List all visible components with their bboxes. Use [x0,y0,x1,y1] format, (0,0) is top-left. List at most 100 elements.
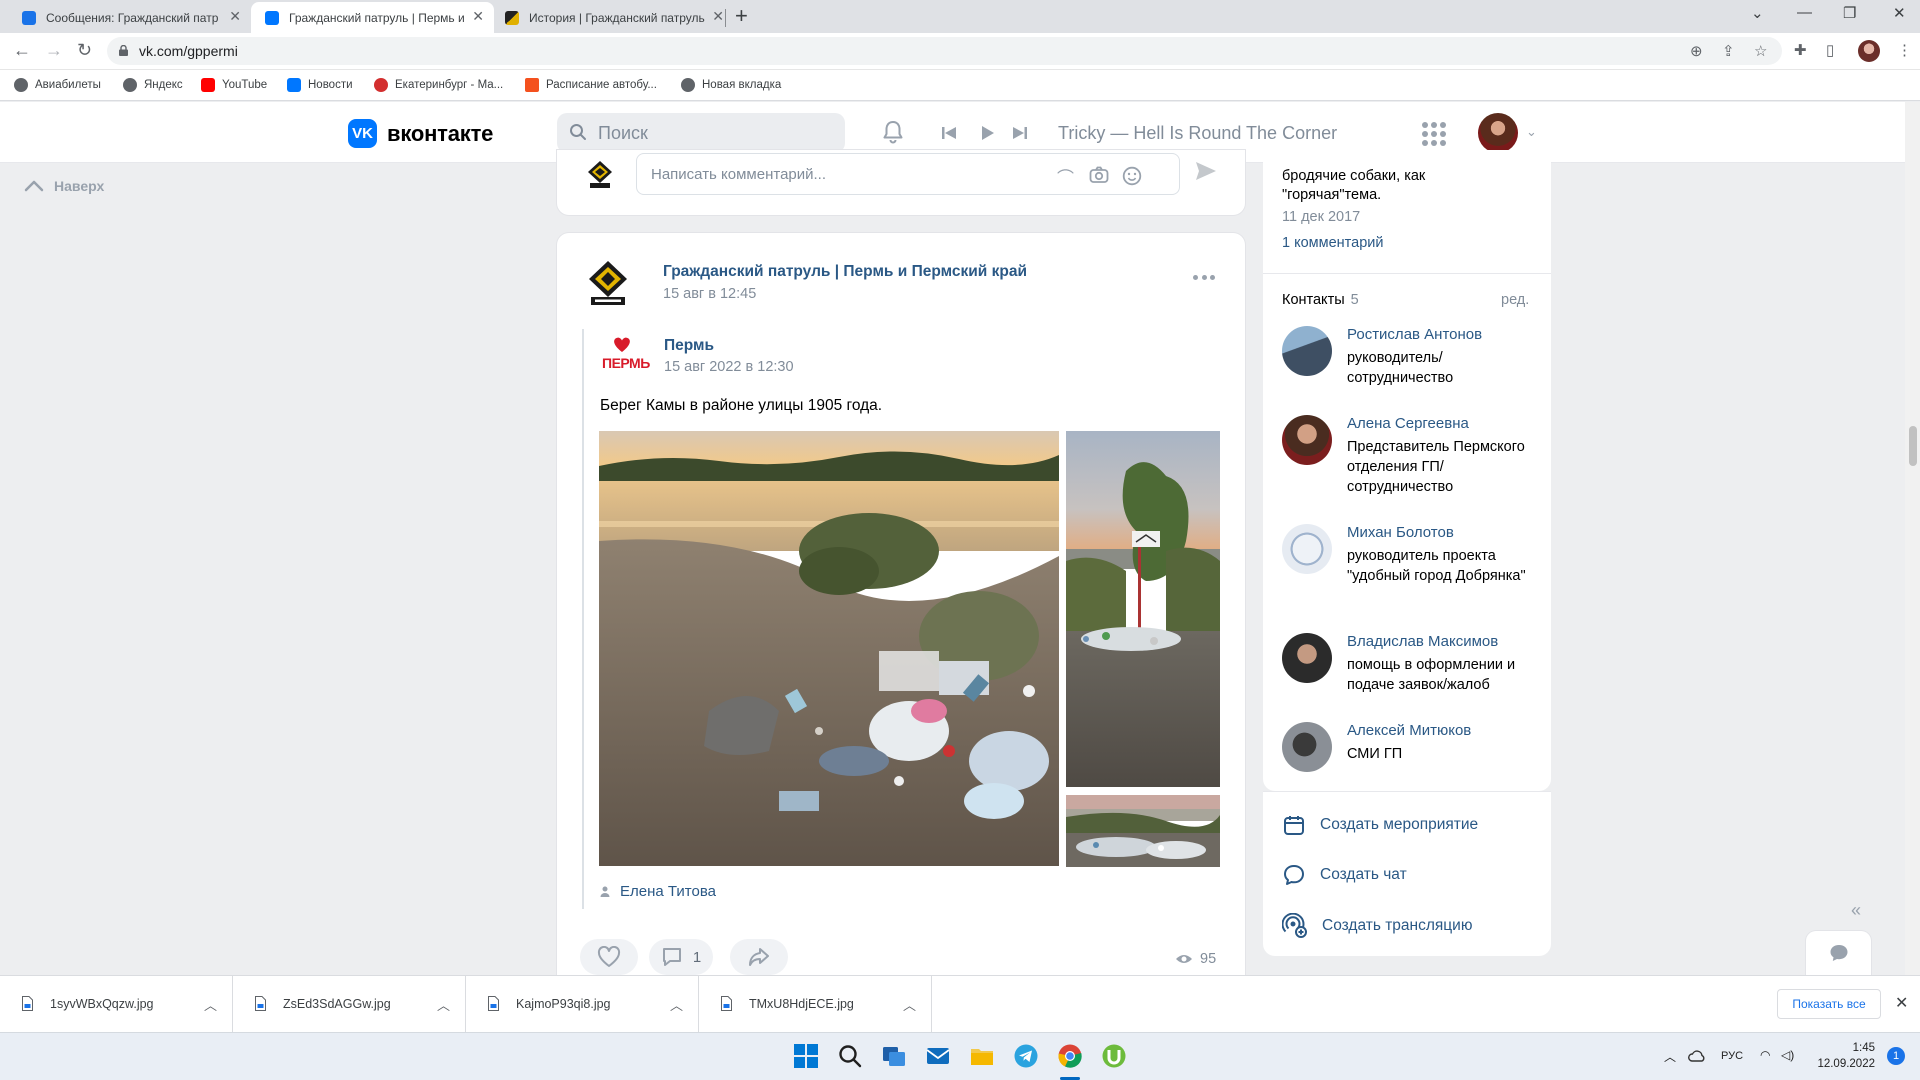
close-icon[interactable]: ✕ [712,8,724,25]
post-author[interactable]: Гражданский патруль | Пермь и Пермский к… [663,263,1027,281]
show-hidden-icons-icon[interactable]: ︿ [1664,1048,1676,1065]
create-broadcast-button[interactable]: Создать трансляцию [1282,913,1472,939]
page-scrollbar[interactable] [1905,102,1920,975]
perm-logo[interactable]: ПЕРМЬ [600,336,650,374]
like-button[interactable] [580,939,638,975]
emoji-icon[interactable] [1122,166,1142,186]
notification-badge[interactable]: 1 [1887,1047,1905,1065]
file-explorer-icon[interactable] [969,1043,995,1069]
contact-avatar[interactable] [1282,415,1332,465]
contact-name[interactable]: Михан Болотов [1347,524,1454,541]
download-item[interactable]: TMxU8HdjECE.jpg ︿ [699,976,932,1033]
attach-icon[interactable]: ⌒ [1057,164,1074,189]
post-photo[interactable] [1066,431,1220,787]
task-view-icon[interactable] [881,1043,907,1069]
scrollbar-thumb[interactable] [1909,426,1917,466]
minimize-icon[interactable]: — [1797,4,1812,21]
contact-name[interactable]: Алена Сергеевна [1347,415,1469,432]
window-close-icon[interactable]: ✕ [1893,4,1906,22]
chrome-icon[interactable] [1057,1043,1083,1069]
contact-avatar[interactable] [1282,524,1332,574]
play-icon[interactable] [978,124,996,142]
contact-name[interactable]: Алексей Митюков [1347,722,1471,739]
windows-start-icon[interactable] [793,1043,819,1069]
tab-gppermi[interactable]: Гражданский патруль | Пермь и ✕ [251,2,494,33]
user-avatar[interactable] [1478,113,1518,153]
close-icon[interactable]: ✕ [229,8,241,25]
contacts-edit-link[interactable]: ред. [1501,292,1529,308]
menu-icon[interactable]: ⋮ [1897,41,1912,59]
search-icon[interactable] [837,1043,863,1069]
chevron-up-icon[interactable]: ︿ [204,995,217,1014]
new-tab-icon[interactable]: + [735,5,748,27]
post-signer[interactable]: Елена Титова [600,883,716,900]
bookmark-yandex[interactable]: Яндекс [123,78,183,92]
collapse-chats-icon[interactable]: « [1851,900,1861,921]
vk-logo[interactable]: VK вконтакте [348,119,493,148]
download-item[interactable]: 1syvWBxQqzw.jpg ︿ [0,976,233,1033]
player-track-title[interactable]: Tricky — Hell Is Round The Corner [1058,123,1337,144]
bookmark-star-icon[interactable]: ☆ [1754,42,1767,60]
previous-track-icon[interactable] [940,124,958,142]
show-all-downloads-button[interactable]: Показать все [1777,989,1881,1019]
onedrive-icon[interactable] [1688,1049,1706,1063]
camera-icon[interactable] [1089,166,1109,184]
post-date[interactable]: 15 авг в 12:45 [663,286,756,302]
address-bar[interactable]: vk.com/gppermi ⊕ ⇪ ☆ [107,37,1782,65]
contact-avatar[interactable] [1282,633,1332,683]
bookmark-new-tab[interactable]: Новая вкладка [681,78,781,92]
contact-name[interactable]: Владислав Максимов [1347,633,1498,650]
bookmark-news[interactable]: Новости [287,78,353,92]
chevron-up-icon[interactable]: ︿ [670,995,683,1014]
zoom-icon[interactable]: ⊕ [1690,42,1703,60]
chevron-up-icon[interactable]: ︿ [437,995,450,1014]
share-button[interactable] [730,939,788,975]
back-icon[interactable]: ← [13,40,31,61]
repost-date[interactable]: 15 авг 2022 в 12:30 [664,359,794,375]
system-clock[interactable]: 1:45 12.09.2022 [1815,1040,1875,1072]
volume-icon[interactable]: ◁) [1781,1048,1794,1062]
forward-icon[interactable]: → [45,40,63,61]
create-chat-button[interactable]: Создать чат [1282,863,1407,887]
download-item[interactable]: ZsEd3SdAGGw.jpg ︿ [233,976,466,1033]
download-item[interactable]: KajmoP93qi8.jpg ︿ [466,976,699,1033]
chat-button[interactable] [1806,931,1871,976]
send-icon[interactable] [1194,159,1218,183]
wifi-icon[interactable]: ◠ [1760,1048,1770,1062]
apps-grid-icon[interactable] [1422,122,1446,146]
bookmark-bus-schedule[interactable]: Расписание автобу... [525,78,657,92]
telegram-icon[interactable] [1013,1043,1039,1069]
chevron-up-icon[interactable]: ︿ [903,995,916,1014]
search-input[interactable] [598,122,828,144]
more-options-icon[interactable] [1193,275,1215,281]
bell-icon[interactable] [880,119,906,145]
contact-avatar[interactable] [1282,722,1332,772]
tab-search-icon[interactable]: ⌄ [1751,4,1764,22]
back-to-top[interactable]: Наверх [24,178,104,194]
restore-icon[interactable]: ❐ [1843,4,1856,22]
create-event-button[interactable]: Создать мероприятие [1282,813,1478,837]
bookmark-aviabilety[interactable]: Авиабилеты [14,78,101,92]
post-photo[interactable] [599,431,1059,866]
group-avatar[interactable] [587,259,629,307]
post-photo[interactable] [1066,795,1220,867]
side-panel-icon[interactable]: ▯ [1826,41,1834,59]
contact-avatar[interactable] [1282,326,1332,376]
profile-avatar[interactable] [1858,40,1880,62]
contacts-header[interactable]: Контакты 5 [1282,292,1359,308]
comment-button[interactable]: 1 [649,939,713,975]
extensions-icon[interactable]: ✚ [1794,41,1807,59]
repost-author[interactable]: Пермь [664,337,714,355]
discussion-snippet[interactable]: бродячие собаки, как "горячая"тема. [1282,167,1425,205]
chevron-down-icon[interactable]: ⌄ [1526,124,1537,140]
close-icon[interactable]: ✕ [1895,993,1908,1013]
tab-history[interactable]: История | Гражданский патруль ✕ [491,2,734,33]
contact-name[interactable]: Ростислав Антонов [1347,326,1482,343]
utorrent-icon[interactable] [1101,1043,1127,1069]
bookmark-youtube[interactable]: YouTube [201,78,267,92]
next-track-icon[interactable] [1011,124,1029,142]
discussion-comments-link[interactable]: 1 комментарий [1282,234,1383,253]
language-indicator[interactable]: РУС [1721,1050,1743,1062]
close-icon[interactable]: ✕ [472,8,484,25]
tab-messages[interactable]: Сообщения: Гражданский патр ✕ [8,2,251,33]
